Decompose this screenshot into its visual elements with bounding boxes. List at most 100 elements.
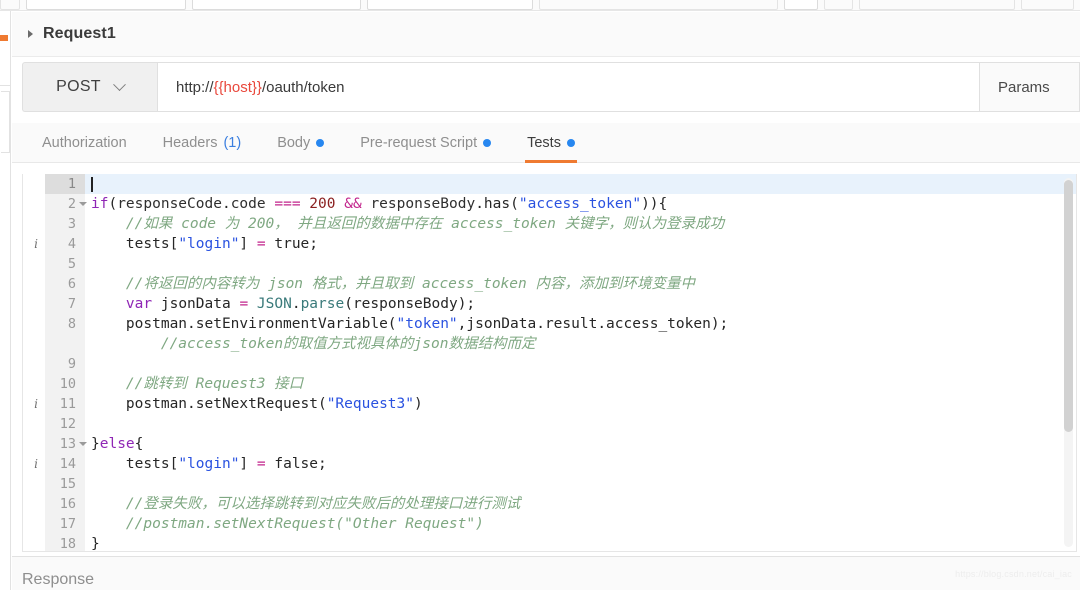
toolbar-box-2[interactable] [191,0,361,10]
line-number: 3 [67,216,76,232]
code-fold-toggle-icon[interactable] [79,442,87,446]
line-number: 11 [59,396,76,412]
left-rail [0,11,11,590]
tab-pre-request-script[interactable]: Pre-request Script [342,123,509,163]
code-token: ] [239,456,257,472]
code-line[interactable]: //将返回的内容转为 json 格式，并且取到 access_token 内容，… [85,274,1076,294]
code-fold-toggle-icon[interactable] [79,202,87,206]
code-line[interactable] [85,474,1076,494]
code-token: && [344,196,362,212]
code-line-text: } [85,534,1076,552]
top-toolbar-strip [0,0,1080,11]
toolbar-box-6[interactable] [823,0,854,10]
request-title: Request1 [43,25,116,42]
request-header: Request1 [12,12,1080,57]
code-token: 200 [309,196,336,212]
url-input[interactable]: http://{{host}}/oauth/token [157,62,980,112]
params-button[interactable]: Params [980,62,1080,112]
line-number: 17 [59,516,76,532]
toolbar-box-1[interactable] [26,0,186,10]
code-line[interactable]: postman.setEnvironmentVariable("token",j… [85,314,1076,334]
code-token: "login" [178,236,240,252]
code-line[interactable]: //跳转到 Request3 接口 [85,374,1076,394]
code-token: responseBody [370,196,476,212]
code-line[interactable]: //postman.setNextRequest("Other Request"… [85,514,1076,534]
code-line-text: //如果 code 为 200， 并且返回的数据中存在 access_token… [85,214,1076,234]
code-line[interactable]: if(responseCode.code === 200 && response… [85,194,1076,214]
code-line[interactable] [85,354,1076,374]
url-row: POST http://{{host}}/oauth/token Params [22,62,1080,112]
editor-scrollbar-thumb[interactable] [1064,180,1073,432]
line-number: 9 [67,356,76,372]
tab-label: Authorization [42,135,127,151]
code-line[interactable]: var jsonData = JSON.parse(responseBody); [85,294,1076,314]
code-line[interactable]: }else{ [85,434,1076,454]
http-method-select[interactable]: POST [22,62,157,112]
code-line-text: tests["login"] = true; [85,234,1076,254]
code-token: postman.setEnvironmentVariable( [91,316,397,332]
toolbar-box-4[interactable] [538,0,779,10]
tab-body[interactable]: Body [259,123,342,163]
tab-modified-dot-icon [483,139,492,147]
code-line[interactable]: //登录失败，可以选择跳转到对应失败后的处理接口进行测试 [85,494,1076,514]
toolbar-box-5[interactable] [784,0,818,10]
code-token: { [134,436,144,452]
code-token: (responseBody); [344,296,476,312]
lint-info-icon[interactable]: i [29,234,43,254]
code-line-text: //将返回的内容转为 json 格式，并且取到 access_token 内容，… [85,274,1076,294]
tab-modified-dot-icon [566,139,575,147]
line-number: 16 [59,496,76,512]
code-token: = [256,236,266,252]
code-line-text: if(responseCode.code === 200 && response… [85,194,1076,214]
url-suffix: /oauth/token [261,78,345,96]
code-line[interactable]: //如果 code 为 200， 并且返回的数据中存在 access_token… [85,214,1076,234]
code-line[interactable] [85,414,1076,434]
rail-divider [0,85,11,86]
code-line-text: postman.setEnvironmentVariable("token",j… [85,314,1076,334]
code-token: tests[ [91,236,179,252]
code-token: = [256,456,266,472]
toolbar-box-0[interactable] [0,0,21,10]
code-line[interactable]: } [85,534,1076,552]
line-number: 8 [67,316,76,332]
code-line[interactable]: postman.setNextRequest("Request3") [85,394,1076,414]
tests-code-editor[interactable]: iii 1 2 3 4 5 6 7 8 9 10 11 12 13 14 15 16 17 18 if(respo… [22,174,1077,552]
code-line[interactable]: tests["login"] = false; [85,454,1076,474]
code-token: responseCode [117,196,222,212]
code-line-text: postman.setNextRequest("Request3") [85,394,1076,414]
lint-info-icon[interactable]: i [29,454,43,474]
code-token: JSON [256,296,292,312]
editor-code-area[interactable]: if(responseCode.code === 200 && response… [85,174,1076,551]
line-number: 12 [59,416,76,432]
code-token: === [274,196,301,212]
code-token: } [91,536,100,552]
tab-authorization[interactable]: Authorization [24,123,145,163]
tab-label: Tests [527,135,561,151]
toolbar-box-8[interactable] [1021,0,1075,10]
caret-right-icon[interactable] [28,30,33,38]
code-token: "Request3" [326,396,415,412]
tab-label: Headers [162,135,218,151]
lint-info-icon[interactable]: i [29,394,43,414]
toolbar-box-7[interactable] [859,0,1016,10]
toolbar-box-3[interactable] [366,0,533,10]
tab-tests[interactable]: Tests [509,123,593,163]
code-line[interactable]: //access_token的取值方式视具体的json数据结构而定 [85,334,1076,354]
code-line-text: //跳转到 Request3 接口 [85,374,1076,394]
code-line[interactable]: tests["login"] = true; [85,234,1076,254]
line-number: 7 [67,296,76,312]
editor-info-gutter: i i i [23,174,45,551]
code-line-text: //postman.setNextRequest("Other Request"… [85,514,1076,534]
line-number: 15 [59,476,76,492]
code-line[interactable] [85,254,1076,274]
code-line-text: tests["login"] = false; [85,454,1076,474]
line-number [45,334,85,354]
code-token: //登录失败，可以选择跳转到对应失败后的处理接口进行测试 [91,496,521,512]
line-number: 18 [59,536,76,552]
code-line[interactable] [85,174,1076,194]
response-section: Response https://blog.csdn.net/cai_iac [12,557,1080,590]
tab-headers[interactable]: Headers (1) [145,123,260,163]
code-line-text: }else{ [85,434,1076,454]
